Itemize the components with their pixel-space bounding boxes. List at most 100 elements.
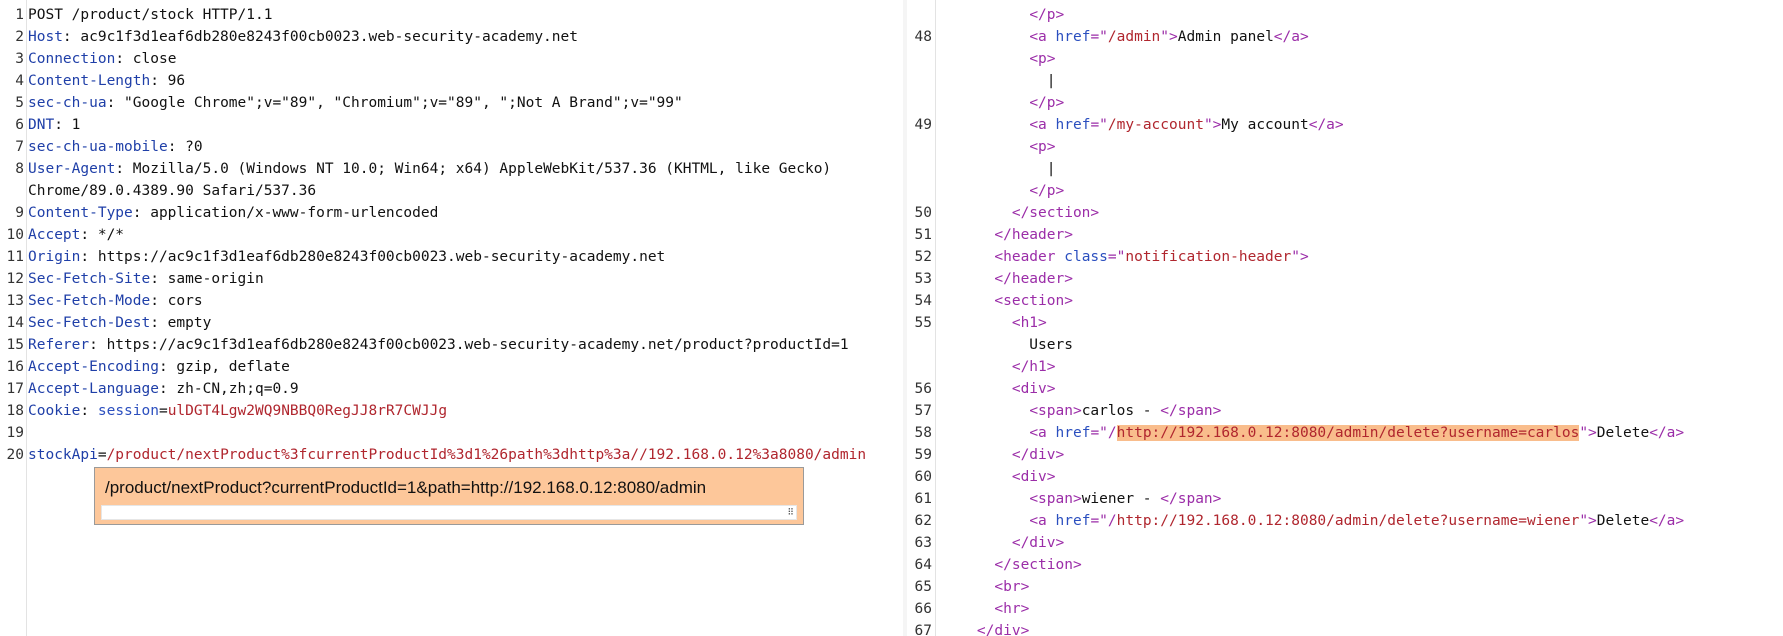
response-lines[interactable]: </p> 48 <a href="/admin">Admin panel</a> … — [908, 4, 1783, 636]
request-line[interactable]: Chrome/89.0.4389.90 Safari/537.36 — [0, 180, 902, 202]
code-token: Origin — [28, 249, 81, 265]
response-line[interactable]: </p> — [908, 4, 1783, 26]
request-line[interactable]: 20 stockApi=/product/nextProduct%3fcurren… — [0, 444, 902, 466]
code-token: class — [1064, 249, 1108, 265]
line-code: <span>carlos - </span> — [942, 400, 1221, 422]
code-token: : empty — [150, 315, 212, 331]
response-line[interactable]: <p> — [908, 48, 1783, 70]
response-line[interactable]: <p> — [908, 136, 1783, 158]
code-token: Connection — [28, 51, 116, 67]
line-code: POST /product/stock HTTP/1.1 — [28, 4, 272, 26]
response-line[interactable]: 61 <span>wiener - </span> — [908, 488, 1783, 510]
request-line[interactable]: 9 Content-Type: application/x-www-form-ur… — [0, 202, 902, 224]
code-token: </div> — [976, 623, 1030, 636]
code-token: </span> — [1160, 491, 1222, 507]
request-line[interactable]: 19 — [0, 422, 902, 444]
request-line[interactable]: 4 Content-Length: 96 — [0, 70, 902, 92]
code-token: </a> — [1308, 117, 1344, 133]
line-code: <a href="/my-account">My account</a> — [942, 114, 1344, 136]
request-line[interactable]: 3 Connection: close — [0, 48, 902, 70]
code-token: </section> — [1011, 205, 1100, 221]
request-line[interactable]: 15 Referer: https://ac9c1f3d1eaf6db280e82… — [0, 334, 902, 356]
response-line[interactable]: 54 <section> — [908, 290, 1783, 312]
pane-splitter[interactable] — [903, 0, 907, 636]
response-line[interactable]: 66 <hr> — [908, 598, 1783, 620]
code-token: "> — [1579, 513, 1597, 529]
request-line[interactable]: 6 DNT: 1 — [0, 114, 902, 136]
request-lines[interactable]: 1 POST /product/stock HTTP/1.1 2 Host: ac9c… — [0, 4, 902, 466]
request-line[interactable]: 5 sec-ch-ua: "Google Chrome";v="89", "Chr… — [0, 92, 902, 114]
request-line[interactable]: 8 User-Agent: Mozilla/5.0 (Windows NT 10.… — [0, 158, 902, 180]
request-line[interactable]: 10 Accept: */* — [0, 224, 902, 246]
response-line[interactable]: </p> — [908, 180, 1783, 202]
response-line[interactable]: 52 <header class="notification-header"> — [908, 246, 1783, 268]
request-line[interactable]: 18 Cookie: session=ulDGT4Lgw2WQ9NBBQ0RegJ… — [0, 400, 902, 422]
response-line[interactable]: 57 <span>carlos - </span> — [908, 400, 1783, 422]
request-line[interactable]: 14 Sec-Fetch-Dest: empty — [0, 312, 902, 334]
code-token: http://192.168.0.12:8080/admin/delete?us… — [1116, 425, 1580, 441]
resize-grip-icon[interactable]: ⠿ — [787, 509, 794, 518]
response-line[interactable]: | — [908, 158, 1783, 180]
response-line[interactable]: 62 <a href="/http://192.168.0.12:8080/ad… — [908, 510, 1783, 532]
request-line[interactable]: 7 sec-ch-ua-mobile: ?0 — [0, 136, 902, 158]
line-number: 56 — [914, 381, 932, 397]
line-code: Accept-Encoding: gzip, deflate — [28, 356, 290, 378]
code-token: /admin — [1107, 29, 1161, 45]
request-editor[interactable]: 1 POST /product/stock HTTP/1.1 2 Host: ac9c… — [0, 0, 902, 636]
response-line[interactable]: </p> — [908, 92, 1783, 114]
code-token: </a> — [1649, 513, 1685, 529]
request-line[interactable]: 12 Sec-Fetch-Site: same-origin — [0, 268, 902, 290]
response-line[interactable]: 58 <a href="/http://192.168.0.12:8080/ad… — [908, 422, 1783, 444]
code-token: Host — [28, 29, 63, 45]
request-line[interactable]: 17 Accept-Language: zh-CN,zh;q=0.9 — [0, 378, 902, 400]
response-line[interactable]: 48 <a href="/admin">Admin panel</a> — [908, 26, 1783, 48]
code-token: Sec-Fetch-Dest — [28, 315, 151, 331]
request-line[interactable]: 13 Sec-Fetch-Mode: cors — [0, 290, 902, 312]
code-token: <h1> — [1011, 315, 1047, 331]
response-line[interactable]: 50 </section> — [908, 202, 1783, 224]
response-line[interactable]: 65 <br> — [908, 576, 1783, 598]
code-token: ="/ — [1090, 425, 1117, 441]
response-line[interactable]: 64 </section> — [908, 554, 1783, 576]
response-line[interactable]: 49 <a href="/my-account">My account</a> — [908, 114, 1783, 136]
request-line[interactable]: 16 Accept-Encoding: gzip, deflate — [0, 356, 902, 378]
request-line[interactable]: 1 POST /product/stock HTTP/1.1 — [0, 4, 902, 26]
code-token: <header — [994, 249, 1065, 265]
response-line[interactable]: 63 </div> — [908, 532, 1783, 554]
response-line[interactable]: Users — [908, 334, 1783, 356]
request-line[interactable]: 2 Host: ac9c1f3d1eaf6db280e8243f00cb0023.… — [0, 26, 902, 48]
line-number: 2 — [15, 29, 24, 45]
response-viewer[interactable]: </p> 48 <a href="/admin">Admin panel</a> … — [908, 0, 1783, 636]
code-token: Sec-Fetch-Site — [28, 271, 151, 287]
request-line[interactable]: 11 Origin: https://ac9c1f3d1eaf6db280e824… — [0, 246, 902, 268]
line-number: 19 — [6, 425, 24, 441]
response-line[interactable]: 51 </header> — [908, 224, 1783, 246]
popup-input-bar[interactable]: ⠿ — [101, 505, 797, 520]
line-code: <br> — [942, 576, 1029, 598]
response-line[interactable]: 53 </header> — [908, 268, 1783, 290]
response-line[interactable]: 60 <div> — [908, 466, 1783, 488]
line-code: </div> — [942, 620, 1029, 636]
response-line[interactable]: 55 <h1> — [908, 312, 1783, 334]
response-line[interactable]: </h1> — [908, 356, 1783, 378]
line-code: stockApi=/product/nextProduct%3fcurrentP… — [28, 444, 866, 466]
line-number: 9 — [15, 205, 24, 221]
decoded-value: /product/nextProduct?currentProductId=1&… — [105, 478, 707, 497]
code-token: </span> — [1160, 403, 1222, 419]
line-number: 55 — [914, 315, 932, 331]
line-code: User-Agent: Mozilla/5.0 (Windows NT 10.0… — [28, 158, 831, 180]
response-line[interactable]: 67 </div> — [908, 620, 1783, 636]
response-line[interactable]: 59 </div> — [908, 444, 1783, 466]
line-code: sec-ch-ua: "Google Chrome";v="89", "Chro… — [28, 92, 683, 114]
code-token: href — [1055, 513, 1091, 529]
response-line[interactable]: | — [908, 70, 1783, 92]
response-line[interactable]: 56 <div> — [908, 378, 1783, 400]
line-number: 13 — [6, 293, 24, 309]
code-token: </header> — [994, 271, 1073, 287]
line-code: Sec-Fetch-Dest: empty — [28, 312, 211, 334]
